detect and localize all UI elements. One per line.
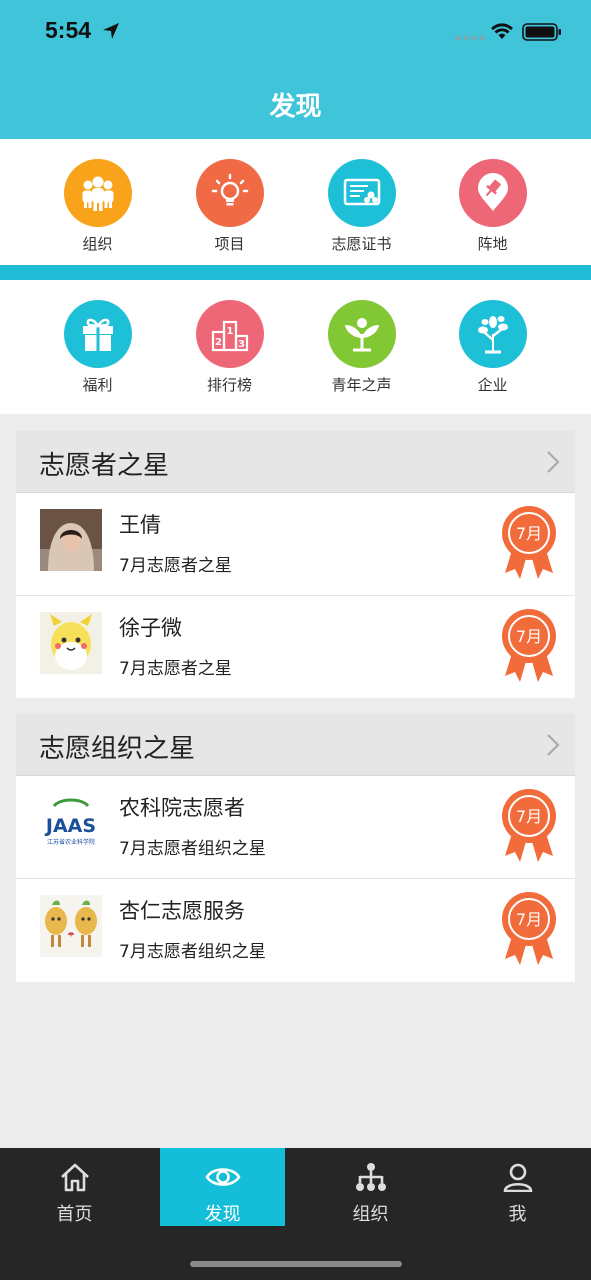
tab-home[interactable]: 首页 [12, 1148, 137, 1226]
member-name: 王倩 [119, 513, 161, 537]
award-subtitle: 7月志愿者之星 [119, 659, 232, 679]
battery-icon [522, 23, 561, 41]
medal-label: 7月 [516, 627, 542, 646]
org-stars-section: 志愿组织之星 JAAS 江苏省农业科学院 农科院志愿者 7月志愿者组织之星 7月 … [16, 714, 575, 982]
medal-icon: 7月 [502, 506, 556, 579]
org-chart-icon [355, 1163, 386, 1191]
tab-discover[interactable]: 发现 [160, 1148, 285, 1226]
section-header[interactable]: 志愿者之星 [16, 431, 575, 493]
volunteer-stars-section: 志愿者之星 王倩 7月志愿者之星 7月 徐子微 7月志愿者之星 7月 [16, 431, 575, 698]
tab-label: 组织 [352, 1204, 389, 1225]
grid-item-label: 组织 [82, 235, 113, 253]
nav-header: 5:54 发现 [0, 0, 591, 139]
grid-item-label: 青年之声 [331, 376, 392, 394]
avatar [40, 612, 102, 674]
tab-organization[interactable]: 组织 [308, 1148, 433, 1226]
list-item[interactable]: 徐子微 7月志愿者之星 7月 [16, 595, 575, 697]
org-logo [40, 895, 102, 957]
signal-icon [455, 35, 485, 41]
page-title: 发现 [269, 92, 322, 122]
grid-item-ranking[interactable]: 12 3 排行榜 [164, 300, 295, 395]
medal-label: 7月 [516, 807, 542, 826]
org-logo: JAAS 江苏省农业科学院 [40, 792, 102, 854]
avatar [40, 509, 102, 571]
svg-text:2: 2 [215, 337, 222, 348]
home-icon [60, 1163, 89, 1192]
location-arrow-icon [103, 23, 119, 39]
certificate-icon [327, 159, 396, 227]
grid-item-label: 福利 [82, 376, 113, 394]
medal-icon: 7月 [502, 609, 556, 682]
wifi-icon [491, 23, 513, 39]
grid-item-youth-voice[interactable]: 青年之声 [296, 300, 427, 395]
grid-item-label: 阵地 [477, 235, 508, 253]
svg-text:1: 1 [226, 326, 233, 337]
grid-item-label: 企业 [477, 376, 508, 394]
medal-icon: 7月 [502, 892, 556, 965]
logo-text: JAAS [44, 815, 96, 837]
grid-item-label: 项目 [214, 235, 245, 253]
grid-item-enterprise[interactable]: 企业 [427, 300, 558, 395]
feature-grid-1: 组织 项目 志愿证书 阵地 [0, 139, 591, 265]
grid-item-organization[interactable]: 组织 [32, 159, 163, 254]
section-header[interactable]: 志愿组织之星 [16, 714, 575, 776]
grid-item-label: 志愿证书 [331, 235, 392, 253]
award-subtitle: 7月志愿者组织之星 [119, 839, 266, 859]
tab-label: 我 [508, 1204, 527, 1225]
tab-label: 首页 [56, 1204, 93, 1225]
user-icon [503, 1163, 532, 1193]
people-icon [63, 159, 132, 227]
grid-item-base[interactable]: 阵地 [427, 159, 558, 254]
medal-label: 7月 [516, 524, 542, 543]
list-item[interactable]: 杏仁志愿服务 7月志愿者组织之星 7月 [16, 878, 575, 980]
org-name: 农科院志愿者 [119, 796, 245, 820]
section-title: 志愿组织之星 [39, 734, 196, 764]
feature-grid-2: 福利 12 3 排行榜 青年之声 企业 [0, 280, 591, 414]
medal-label: 7月 [516, 910, 542, 929]
tree-icon [458, 300, 527, 368]
svg-text:3: 3 [238, 339, 245, 350]
eye-icon [204, 1168, 241, 1186]
member-name: 徐子微 [119, 616, 182, 640]
list-item[interactable]: JAAS 江苏省农业科学院 农科院志愿者 7月志愿者组织之星 7月 [16, 776, 575, 878]
lightbulb-icon [195, 159, 264, 227]
status-bar: 5:54 [0, 0, 591, 64]
org-name: 杏仁志愿服务 [119, 899, 245, 923]
chevron-right-icon [547, 451, 560, 473]
grid-item-benefits[interactable]: 福利 [32, 300, 163, 395]
section-title: 志愿者之星 [39, 451, 170, 481]
sprout-icon [327, 300, 396, 368]
tab-me[interactable]: 我 [455, 1148, 580, 1226]
map-pin-icon [458, 159, 527, 227]
logo-caption: 江苏省农业科学院 [47, 838, 95, 846]
grid-item-project[interactable]: 项目 [164, 159, 295, 254]
award-subtitle: 7月志愿者之星 [119, 556, 232, 576]
award-subtitle: 7月志愿者组织之星 [119, 942, 266, 962]
podium-icon: 12 3 [195, 300, 264, 368]
list-item[interactable]: 王倩 7月志愿者之星 7月 [16, 493, 575, 595]
gift-icon [63, 300, 132, 368]
grid-item-label: 排行榜 [206, 376, 252, 394]
home-indicator[interactable] [190, 1261, 402, 1267]
status-time: 5:54 [45, 17, 92, 43]
chevron-right-icon [547, 734, 560, 756]
grid-item-certificate[interactable]: 志愿证书 [296, 159, 427, 254]
tab-label: 发现 [204, 1204, 241, 1225]
divider-band [0, 265, 591, 280]
medal-icon: 7月 [502, 789, 556, 862]
